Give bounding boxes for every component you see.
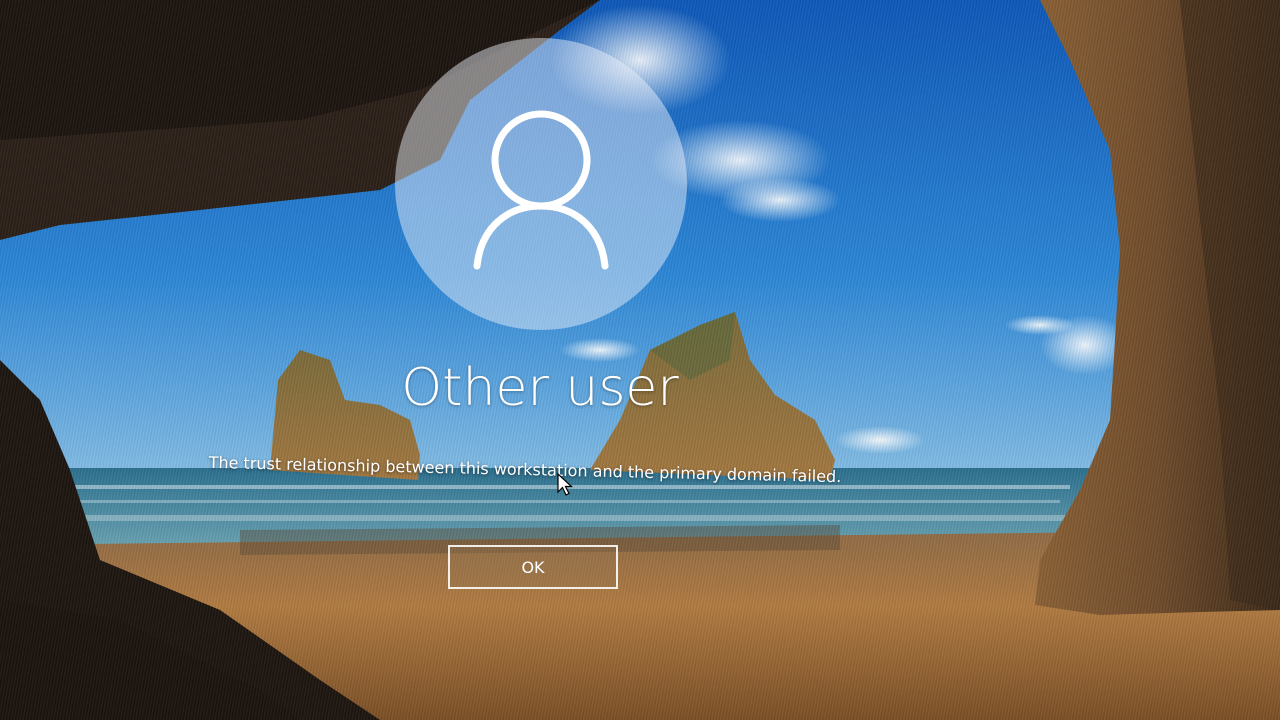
user-avatar <box>395 38 687 330</box>
username-label: Other user <box>401 358 679 418</box>
user-silhouette-icon <box>473 110 609 270</box>
ok-button[interactable]: OK <box>448 545 618 589</box>
mouse-pointer-icon <box>557 472 574 496</box>
